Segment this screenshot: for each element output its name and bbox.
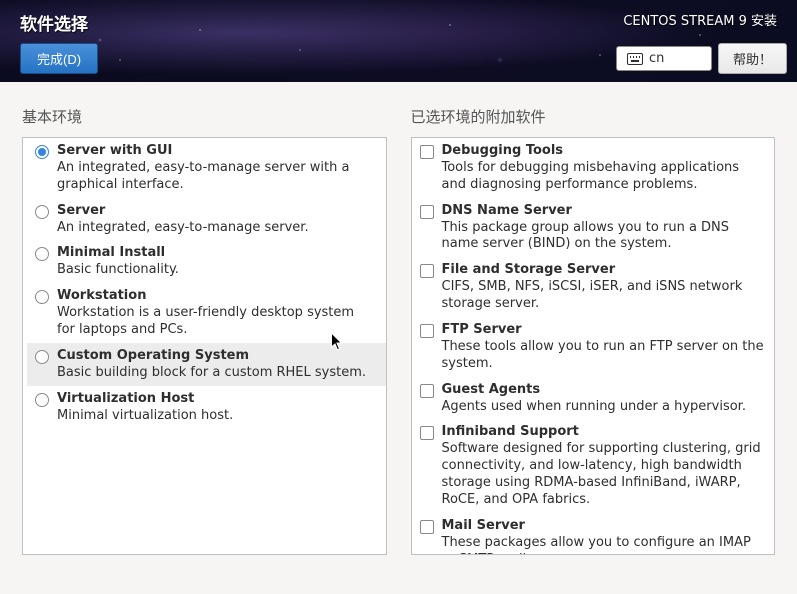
env-title: Server with GUI	[57, 143, 376, 160]
base-env-row[interactable]: Minimal InstallBasic functionality.	[27, 240, 386, 283]
base-env-listbox: Server with GUIAn integrated, easy-to-ma…	[22, 137, 387, 555]
addon-row[interactable]: Infiniband SupportSoftware designed for …	[412, 419, 775, 512]
checkbox[interactable]	[420, 205, 434, 219]
env-title: Server	[57, 203, 376, 220]
radio-button[interactable]	[35, 247, 49, 261]
checkbox[interactable]	[420, 324, 434, 338]
checkbox[interactable]	[420, 145, 434, 159]
addon-title: Guest Agents	[442, 382, 765, 399]
addon-desc: These tools allow you to run an FTP serv…	[442, 339, 765, 373]
addon-desc: These packages allow you to configure an…	[442, 535, 765, 555]
checkbox[interactable]	[420, 264, 434, 278]
addon-desc: Agents used when running under a hypervi…	[442, 399, 765, 416]
radio-button[interactable]	[35, 205, 49, 219]
addon-row[interactable]: File and Storage ServerCIFS, SMB, NFS, i…	[412, 257, 775, 317]
addon-title: Debugging Tools	[442, 143, 765, 160]
base-env-row[interactable]: Custom Operating SystemBasic building bl…	[27, 343, 386, 386]
done-button[interactable]: 完成(D)	[20, 43, 98, 74]
addon-row[interactable]: FTP ServerThese tools allow you to run a…	[412, 317, 775, 377]
addons-column: 已选环境的附加软件 Debugging ToolsTools for debug…	[411, 106, 776, 555]
radio-button[interactable]	[35, 145, 49, 159]
keyboard-icon	[627, 53, 643, 65]
env-desc: An integrated, easy-to-manage server.	[57, 220, 376, 237]
base-env-row[interactable]: WorkstationWorkstation is a user-friendl…	[27, 283, 386, 343]
addons-heading: 已选环境的附加软件	[411, 106, 776, 127]
env-title: Minimal Install	[57, 245, 376, 262]
addon-title: Infiniband Support	[442, 424, 765, 441]
header-banner: 软件选择 CENTOS STREAM 9 安装 完成(D) cn 帮助！	[0, 0, 797, 82]
addon-row[interactable]: Guest AgentsAgents used when running und…	[412, 377, 775, 420]
addon-row[interactable]: Debugging ToolsTools for debugging misbe…	[412, 138, 775, 198]
addon-title: Mail Server	[442, 518, 765, 535]
env-title: Workstation	[57, 288, 376, 305]
checkbox[interactable]	[420, 426, 434, 440]
env-title: Virtualization Host	[57, 391, 376, 408]
content-area: 基本环境 Server with GUIAn integrated, easy-…	[0, 82, 797, 565]
env-desc: An integrated, easy-to-manage server wit…	[57, 160, 376, 194]
addon-desc: Tools for debugging misbehaving applicat…	[442, 160, 765, 194]
env-title: Custom Operating System	[57, 348, 376, 365]
addon-desc: Software designed for supporting cluster…	[442, 441, 765, 509]
keyboard-layout-label: cn	[649, 51, 664, 66]
base-env-row[interactable]: Server with GUIAn integrated, easy-to-ma…	[27, 138, 386, 198]
help-button[interactable]: 帮助！	[718, 43, 787, 74]
checkbox[interactable]	[420, 520, 434, 534]
addon-row[interactable]: DNS Name ServerThis package group allows…	[412, 198, 775, 258]
env-desc: Minimal virtualization host.	[57, 408, 376, 425]
addon-desc: This package group allows you to run a D…	[442, 220, 765, 254]
base-env-heading: 基本环境	[22, 106, 387, 127]
addon-title: FTP Server	[442, 322, 765, 339]
page-title: 软件选择	[20, 10, 88, 35]
radio-button[interactable]	[35, 290, 49, 304]
base-env-column: 基本环境 Server with GUIAn integrated, easy-…	[22, 106, 387, 555]
env-desc: Basic building block for a custom RHEL s…	[57, 365, 376, 382]
env-desc: Basic functionality.	[57, 262, 376, 279]
radio-button[interactable]	[35, 393, 49, 407]
base-env-row[interactable]: Virtualization HostMinimal virtualizatio…	[27, 386, 386, 429]
addon-row[interactable]: Mail ServerThese packages allow you to c…	[412, 513, 775, 555]
addons-listbox: Debugging ToolsTools for debugging misbe…	[411, 137, 776, 555]
env-desc: Workstation is a user-friendly desktop s…	[57, 305, 376, 339]
header-subtitle: CENTOS STREAM 9 安装	[623, 10, 777, 29]
keyboard-layout-indicator[interactable]: cn	[616, 46, 712, 71]
addon-title: File and Storage Server	[442, 262, 765, 279]
radio-button[interactable]	[35, 350, 49, 364]
addon-desc: CIFS, SMB, NFS, iSCSI, iSER, and iSNS ne…	[442, 279, 765, 313]
checkbox[interactable]	[420, 384, 434, 398]
base-env-row[interactable]: ServerAn integrated, easy-to-manage serv…	[27, 198, 386, 241]
addon-title: DNS Name Server	[442, 203, 765, 220]
